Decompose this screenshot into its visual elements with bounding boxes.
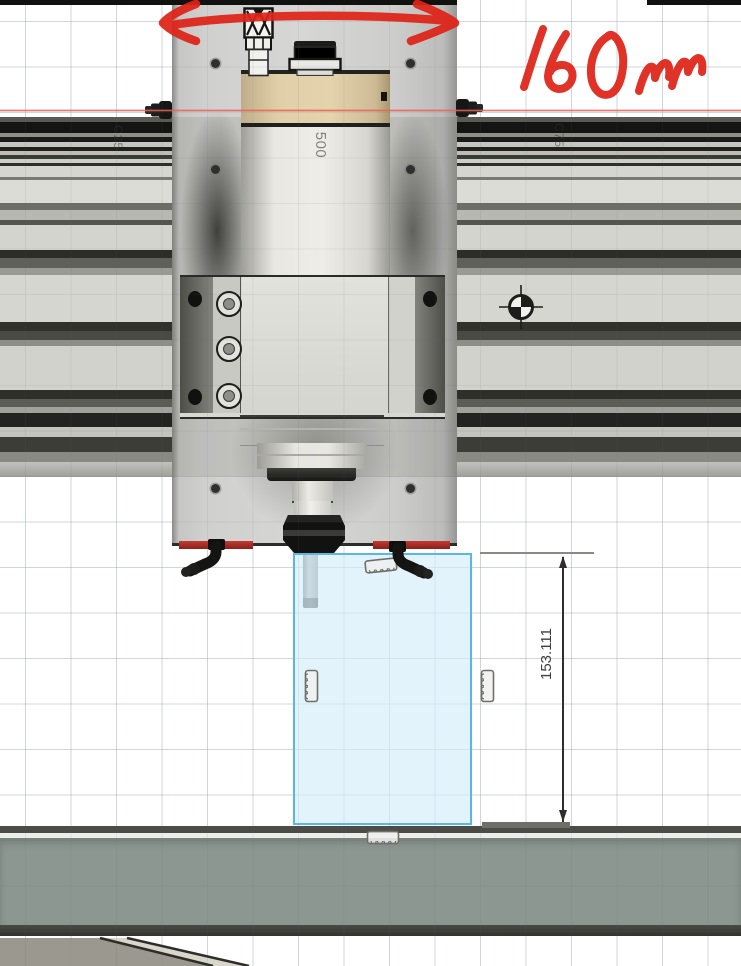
center-of-mass-icon[interactable] bbox=[499, 285, 543, 329]
dimension-extension-top bbox=[480, 552, 594, 554]
top-crop-bar bbox=[647, 0, 741, 5]
slot-glyph-icon[interactable] bbox=[366, 830, 400, 846]
wing-hole bbox=[188, 291, 202, 307]
spindle-port bbox=[381, 92, 387, 101]
wing-hole bbox=[188, 389, 202, 405]
extrusion-marking-left: C25 bbox=[75, 125, 125, 165]
cable-gland[interactable] bbox=[243, 7, 274, 77]
hose-fitting-icon bbox=[455, 96, 485, 120]
machine-leg[interactable] bbox=[0, 932, 260, 966]
spindle-nose-step1[interactable] bbox=[240, 415, 384, 446]
gantry-extrusion-left[interactable] bbox=[0, 117, 172, 477]
power-connector[interactable] bbox=[288, 40, 342, 76]
collet-nut[interactable] bbox=[281, 514, 347, 554]
top-crop-bar bbox=[0, 0, 457, 5]
plate-hole bbox=[211, 165, 220, 174]
dimension-extension-bottom bbox=[482, 822, 570, 828]
slot-glyph-icon[interactable] bbox=[303, 669, 319, 703]
bolt-washer bbox=[216, 291, 242, 317]
plate-hole bbox=[406, 59, 415, 68]
plate-hole bbox=[406, 484, 415, 493]
plate-hole bbox=[211, 484, 220, 493]
clamp-face bbox=[242, 277, 388, 413]
extrusion-marking-right: C75 bbox=[516, 123, 566, 163]
clamp-bolt-column bbox=[213, 277, 241, 413]
hose-fitting-icon bbox=[143, 98, 173, 122]
dimension-value[interactable]: 153.111 bbox=[538, 619, 556, 689]
arrowhead-up-icon bbox=[559, 556, 567, 568]
spindle-shaft bbox=[292, 481, 333, 503]
clamp-wing-right bbox=[415, 277, 445, 413]
bolt-washer bbox=[216, 383, 242, 409]
arrowhead-down-icon bbox=[559, 810, 567, 822]
plate-hole bbox=[211, 59, 220, 68]
clamp-wing-left bbox=[180, 277, 213, 413]
spindle-motor-top[interactable] bbox=[241, 74, 390, 123]
spindle-clamp-block[interactable] bbox=[180, 275, 445, 419]
spindle-label: 500 bbox=[300, 127, 342, 163]
sketch-profile-rect[interactable] bbox=[293, 553, 472, 825]
spindle-nose-ring bbox=[267, 468, 356, 481]
wing-hole bbox=[423, 389, 437, 405]
plate-hole bbox=[406, 165, 415, 174]
bolt-washer bbox=[216, 336, 242, 362]
coolant-fitting-icon bbox=[384, 540, 436, 582]
cad-viewport[interactable]: C25 C75 5 bbox=[0, 0, 741, 966]
slot-glyph-icon[interactable] bbox=[479, 669, 495, 703]
dimension-line[interactable] bbox=[562, 557, 564, 822]
clamp-column-right bbox=[388, 277, 417, 413]
coolant-fitting-icon bbox=[178, 538, 230, 580]
spindle-nose-step2[interactable] bbox=[257, 443, 367, 469]
wing-hole bbox=[423, 291, 437, 307]
table-beam[interactable] bbox=[0, 838, 741, 925]
